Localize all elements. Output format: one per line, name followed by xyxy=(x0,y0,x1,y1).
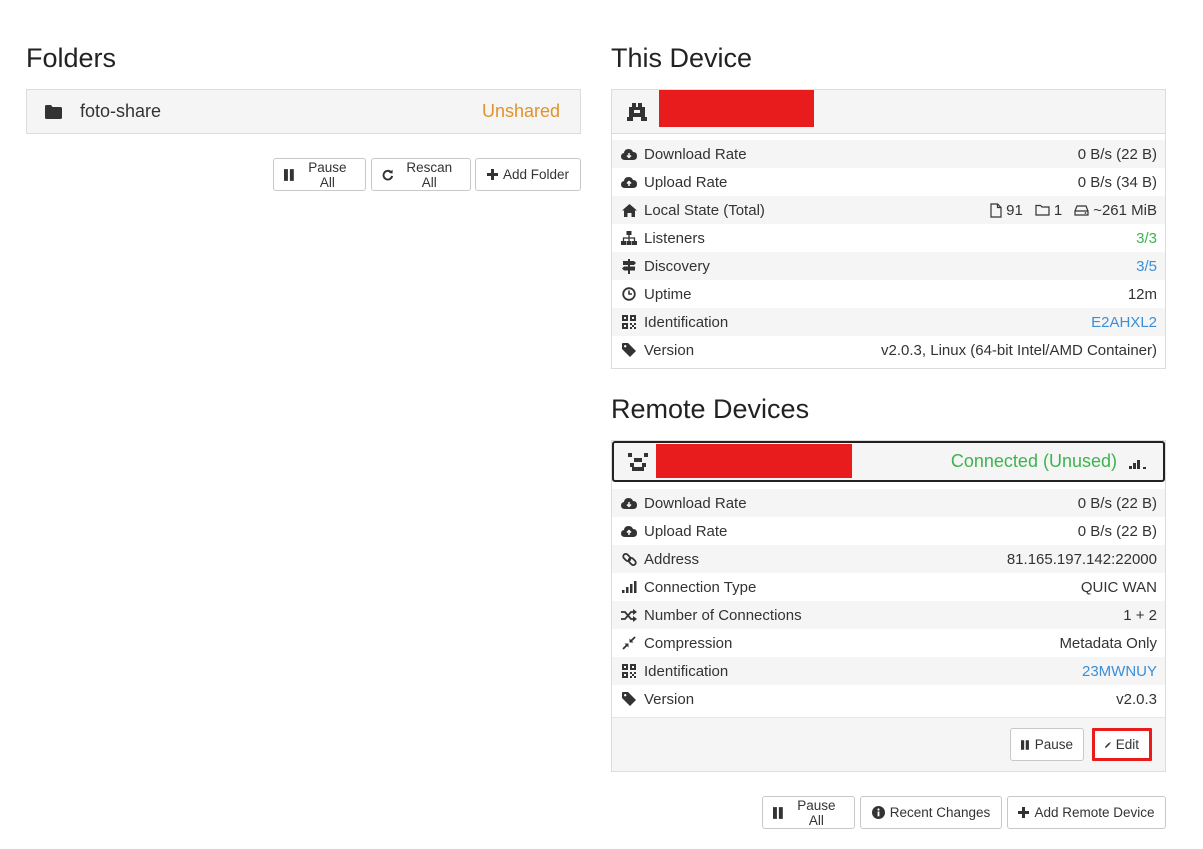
redacted-device-name xyxy=(659,90,814,127)
hdd-icon xyxy=(1074,204,1089,216)
device-identicon xyxy=(627,103,647,125)
shuffle-icon xyxy=(621,607,637,623)
this-device-row-upload-rate: Upload Rate 0 B/s (34 B) xyxy=(612,168,1165,196)
cloud-upload-icon xyxy=(621,174,637,190)
cloud-upload-icon xyxy=(621,523,637,539)
pause-icon xyxy=(1021,739,1029,750)
folders-heading: Folders xyxy=(26,43,117,73)
remote-device-identicon xyxy=(628,453,648,475)
folder-name: foto-share xyxy=(80,101,162,121)
remote-row-identification: Identification 23MWNUY xyxy=(612,657,1165,685)
this-device-heading: This Device xyxy=(611,43,753,73)
remote-device-header[interactable]: Connected (Unused) xyxy=(612,441,1165,482)
pencil-icon xyxy=(1105,741,1111,748)
info-circle-icon xyxy=(871,806,885,819)
redacted-remote-device-name xyxy=(656,444,852,478)
qrcode-icon xyxy=(621,663,637,679)
tag-icon xyxy=(621,342,637,358)
add-folder-button[interactable]: Add Folder xyxy=(475,158,581,191)
this-device-header[interactable] xyxy=(612,90,1165,134)
this-device-row-identification: Identification E2AHXL2 xyxy=(612,308,1165,336)
this-device-row-uptime: Uptime 12m xyxy=(612,280,1165,308)
clock-icon xyxy=(621,286,637,302)
plus-icon xyxy=(1018,807,1030,818)
edit-remote-device-button[interactable]: Edit xyxy=(1092,728,1152,761)
pause-icon xyxy=(284,168,294,181)
remote-row-upload-rate: Upload Rate 0 B/s (22 B) xyxy=(612,517,1165,545)
add-remote-device-button[interactable]: Add Remote Device xyxy=(1007,796,1166,829)
signpost-icon xyxy=(621,258,637,274)
refresh-icon xyxy=(382,169,394,180)
this-device-row-version: Version v2.0.3, Linux (64-bit Intel/AMD … xyxy=(612,336,1165,364)
remote-row-number-of-connections: Number of Connections 1 + 2 xyxy=(612,601,1165,629)
link-icon xyxy=(621,551,637,567)
cloud-download-icon xyxy=(621,146,637,162)
remote-row-connection-type: Connection Type QUIC WAN xyxy=(612,573,1165,601)
folder-icon xyxy=(45,104,63,119)
home-icon xyxy=(621,202,637,218)
plus-icon xyxy=(486,169,498,180)
this-device-row-discovery: Discovery 3/5 xyxy=(612,252,1165,280)
remote-device-status: Connected (Unused) xyxy=(950,451,1117,471)
pause-icon xyxy=(773,806,783,819)
this-device-row-listeners: Listeners 3/3 xyxy=(612,224,1165,252)
remote-row-compression: Compression Metadata Only xyxy=(612,629,1165,657)
this-device-panel: Download Rate 0 B/s (22 B) Upload Rate 0… xyxy=(611,89,1166,369)
remote-devices-heading: Remote Devices xyxy=(611,394,810,424)
signal-icon xyxy=(621,579,637,595)
remote-row-address: Address 81.165.197.142:22000 xyxy=(612,545,1165,573)
compress-icon xyxy=(621,635,637,651)
tag-icon xyxy=(621,691,637,707)
this-device-row-download-rate: Download Rate 0 B/s (22 B) xyxy=(612,140,1165,168)
folder-outline-icon xyxy=(1035,204,1050,216)
folder-panel-foto-share[interactable]: foto-share Unshared xyxy=(26,89,581,134)
rescan-all-button[interactable]: Rescan All xyxy=(371,158,471,191)
pause-all-folders-button[interactable]: Pause All xyxy=(273,158,366,191)
remote-row-download-rate: Download Rate 0 B/s (22 B) xyxy=(612,489,1165,517)
remote-row-version: Version v2.0.3 xyxy=(612,685,1165,713)
remote-device-panel: Connected (Unused) Download Rate 0 B/s (… xyxy=(611,440,1166,772)
file-icon xyxy=(990,202,1002,218)
this-device-row-local-state: Local State (Total) 91 1 ~261 MiB xyxy=(612,196,1165,224)
pause-remote-device-button[interactable]: Pause xyxy=(1010,728,1084,761)
signal-strength-icon xyxy=(1129,456,1147,473)
sitemap-icon xyxy=(621,230,637,246)
pause-all-devices-button[interactable]: Pause All xyxy=(762,796,855,829)
folder-status: Unshared xyxy=(481,101,560,121)
cloud-download-icon xyxy=(621,495,637,511)
qrcode-icon xyxy=(621,314,637,330)
recent-changes-button[interactable]: Recent Changes xyxy=(860,796,1002,829)
